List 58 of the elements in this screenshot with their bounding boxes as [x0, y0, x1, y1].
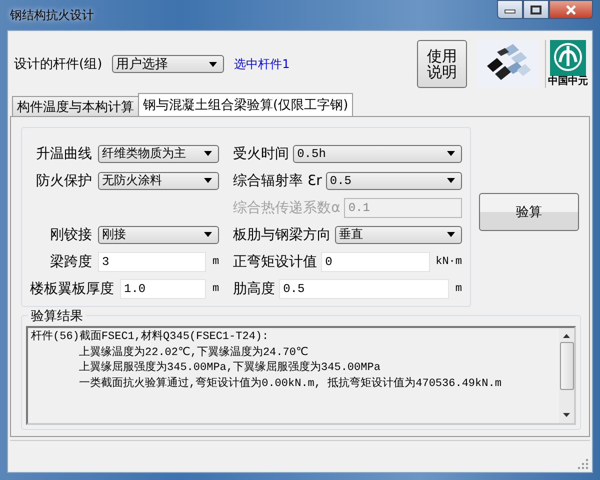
result-line: 一类截面抗火验算通过,弯矩设计值为0.00kN.m, 抵抗弯矩设计值为470536.49kN.m — [78, 376, 502, 392]
dropdown-arrow-icon — [204, 232, 212, 237]
minimize-button[interactable] — [497, 0, 523, 19]
dropdown-label: 刚铰接 — [49, 226, 92, 244]
logo-caption: 中国中元 — [548, 76, 588, 88]
help-button[interactable]: 使用说明 — [417, 40, 467, 88]
member-dropdown[interactable]: 用户选择 — [112, 55, 224, 73]
dropdown-label: 受火时间 — [233, 144, 290, 162]
member-label: 设计的杆件(组) — [14, 56, 102, 73]
input-field[interactable]: 0 — [321, 252, 430, 272]
dropdown[interactable]: 0.5 — [326, 172, 462, 190]
dropdown-arrow-icon — [204, 151, 212, 156]
field-label: 梁跨度 — [49, 252, 92, 270]
field-label: 正弯矩设计值 — [233, 252, 318, 270]
dropdown-arrow-icon — [447, 151, 455, 156]
window-title: 钢结构抗火设计 — [10, 7, 94, 24]
scroll-thumb[interactable] — [560, 342, 574, 390]
dropdown-arrow-icon — [447, 232, 455, 237]
unit-label: m — [455, 282, 462, 294]
dropdown-arrow-icon — [209, 62, 218, 66]
maximize-icon — [530, 4, 542, 14]
maximize-button[interactable] — [523, 0, 549, 19]
dropdown-label: 防火保护 — [35, 172, 92, 190]
dropdown[interactable]: 刚接 — [98, 226, 220, 244]
dropdown-label: 综合辐射率 Ɛr — [233, 172, 322, 190]
input-field[interactable]: 0.5 — [279, 278, 450, 298]
dropdown[interactable]: 垂直 — [335, 226, 462, 244]
selected-member-link[interactable]: 选中杆件1 — [234, 56, 290, 72]
dropdown-arrow-icon — [447, 178, 455, 183]
emblem-icon — [550, 40, 586, 76]
field-label: 楼板翼板厚度 — [30, 280, 114, 298]
dropdown-label: 升温曲线 — [35, 144, 92, 162]
tab[interactable]: 钢与混凝土组合梁验算(仅限工字钢) — [138, 93, 354, 116]
resize-grip-icon[interactable] — [578, 459, 588, 469]
result-line: 杆件(56)截面FSEC1,材料Q345(FSEC1-T24): — [31, 330, 270, 345]
input-field[interactable]: 1.0 — [120, 278, 206, 298]
tab[interactable]: 构件温度与本构计算 — [12, 96, 139, 116]
dropdown[interactable]: 纤维类物质为主 — [98, 144, 220, 162]
result-line: 上翼缘温度为22.02℃,下翼缘温度为24.70℃ — [78, 346, 310, 360]
verify-button[interactable]: 验算 — [479, 193, 579, 231]
field-label: 综合热传递系数α — [233, 198, 340, 216]
unit-label: kN·m — [436, 256, 462, 268]
cubes-logo-icon — [477, 40, 539, 88]
close-icon — [565, 4, 577, 14]
dropdown[interactable]: 无防火涂料 — [98, 172, 220, 190]
unit-label: m — [212, 282, 220, 294]
dropdown-label: 板肋与钢梁方向 — [233, 226, 332, 244]
dropdown-arrow-icon — [204, 178, 212, 183]
dropdown[interactable]: 0.5h — [293, 144, 462, 162]
close-button[interactable] — [549, 0, 593, 19]
result-line: 上翼缘屈服强度为345.00MPa,下翼缘屈服强度为345.00MPa — [78, 361, 382, 376]
field-label: 肋高度 — [233, 280, 276, 298]
scroll-up-icon[interactable] — [563, 334, 570, 338]
scrollbar[interactable] — [559, 328, 574, 423]
group-title: 验算结果 — [28, 307, 86, 325]
unit-label: m — [212, 256, 220, 268]
input-field[interactable]: 3 — [98, 252, 206, 272]
scroll-down-icon[interactable] — [563, 413, 570, 417]
